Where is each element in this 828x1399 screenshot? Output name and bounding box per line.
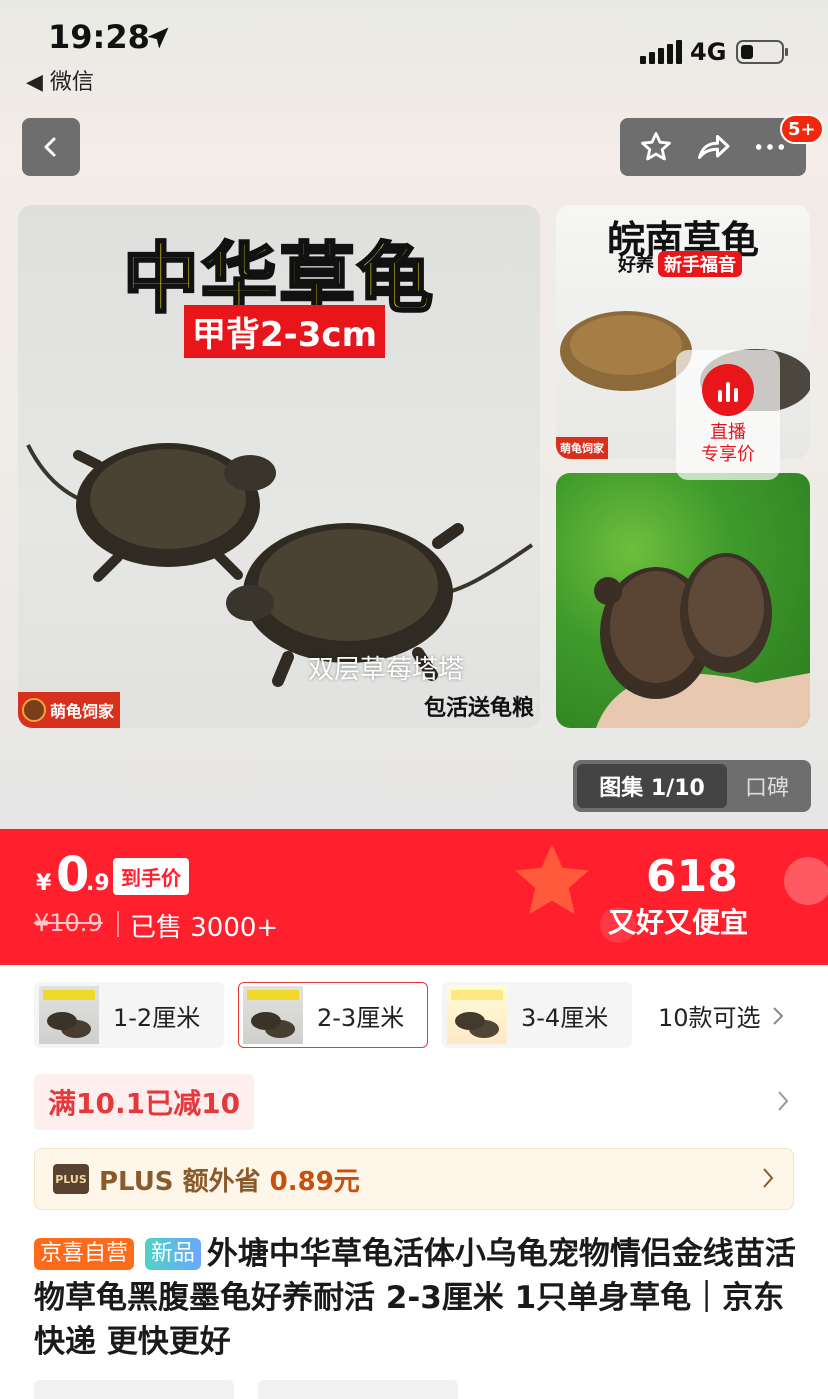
- variant-thumbnail: [39, 986, 99, 1044]
- status-time: 19:28: [48, 18, 150, 56]
- chevron-right-icon: [772, 1006, 783, 1025]
- signal-icon: [640, 40, 682, 64]
- turtle-on-hand-thumbnail: [594, 553, 810, 728]
- plus-text: PLUS 额外省 0.89元: [99, 1161, 360, 1198]
- star-balloon-icon: [515, 844, 589, 915]
- battery-icon: [736, 40, 788, 64]
- more-variants-button[interactable]: 10款可选: [658, 998, 785, 1033]
- favorite-button[interactable]: [634, 125, 678, 169]
- plus-logo: PLUS: [53, 1164, 89, 1194]
- main-product-image[interactable]: 中华草龟 甲背2-3cm 双层草莓塔塔 萌龟饲家 包活送龟粮: [18, 205, 540, 728]
- plus-savings-bar[interactable]: PLUS PLUS 额外省 0.89元: [34, 1148, 794, 1210]
- main-image-subtitle: 甲背2-3cm: [184, 305, 386, 358]
- back-button[interactable]: [22, 118, 80, 176]
- message-count-badge: 5+: [780, 114, 824, 144]
- gallery-switch: 图集 1/10 口碑: [573, 760, 811, 812]
- side-image-2[interactable]: [556, 473, 810, 728]
- related-chip[interactable]: [258, 1380, 458, 1399]
- divider: [117, 911, 119, 937]
- side-image-tag-plain: 好养: [618, 255, 654, 276]
- new-product-tag: 新品: [144, 1238, 201, 1270]
- share-button[interactable]: [691, 125, 735, 169]
- price-banner: ¥ 0 .9 到手价 ¥10.9 已售 3000+ 618 又好又便宜: [0, 829, 828, 965]
- variant-option[interactable]: 1-2厘米: [34, 982, 224, 1048]
- live-label: 直播: [710, 422, 746, 443]
- star-icon: [641, 132, 672, 161]
- variant-label: 2-3厘米: [317, 1003, 405, 1032]
- side-image-brand: 萌龟饲家: [556, 437, 608, 459]
- live-icon: [702, 364, 754, 416]
- price-decimal: .9: [86, 871, 110, 896]
- sold-count: 已售 3000+: [130, 913, 279, 943]
- more-variants-label: 10款可选: [658, 1004, 761, 1032]
- currency-symbol: ¥: [36, 871, 52, 896]
- network-type: 4G: [690, 38, 727, 66]
- variant-option-selected[interactable]: 2-3厘米: [238, 982, 428, 1048]
- plus-amount: 0.89元: [269, 1166, 360, 1197]
- watermark-text: 双层草莓塔塔: [308, 655, 465, 685]
- tab-reviews[interactable]: 口碑: [727, 770, 807, 802]
- variant-thumbnail: [243, 986, 303, 1044]
- main-image-footer: 包活送龟粮: [423, 696, 534, 721]
- coupon-badge[interactable]: 满10.1已减10: [34, 1074, 255, 1130]
- chevron-right-icon[interactable]: [776, 1090, 790, 1112]
- side-image-tag-red: 新手福音: [658, 251, 742, 277]
- original-price: ¥10.9: [34, 909, 103, 937]
- variant-label: 1-2厘米: [113, 1003, 201, 1032]
- promo-number: 618: [646, 851, 738, 902]
- back-to-wechat-link[interactable]: ◀ 微信: [26, 64, 94, 96]
- live-stream-button[interactable]: 直播 专享价: [676, 350, 780, 480]
- variant-label: 3-4厘米: [521, 1003, 609, 1032]
- share-icon: [697, 135, 730, 159]
- chevron-right-icon: [763, 1168, 774, 1188]
- promo-slogan: 又好又便宜: [608, 906, 749, 939]
- location-arrow-icon: [147, 27, 169, 49]
- nav-action-group: [620, 118, 806, 176]
- variant-option[interactable]: 3-4厘米: [442, 982, 632, 1048]
- related-chip[interactable]: [34, 1380, 234, 1399]
- plus-text-label: PLUS 额外省: [99, 1166, 270, 1197]
- price-integer: 0: [56, 847, 90, 903]
- product-title: 京喜自营 新品 外塘中华草龟活体小乌龟宠物情侣金线苗活物草龟黑腹墨龟好养耐活 2-…: [34, 1232, 798, 1364]
- chevron-left-icon: [44, 137, 56, 157]
- variant-thumbnail: [447, 986, 507, 1044]
- variant-selector: 1-2厘米 2-3厘米 3-4厘米: [34, 982, 632, 1048]
- side-image-tag: 好养 新手福音: [618, 251, 742, 277]
- live-price-label: 专享价: [701, 444, 755, 465]
- final-price-tag: 到手价: [113, 858, 189, 895]
- tab-gallery[interactable]: 图集 1/10: [577, 764, 727, 808]
- balloon-icon: [784, 857, 828, 905]
- self-operated-tag: 京喜自营: [34, 1238, 135, 1270]
- brand-logo-icon: [22, 698, 46, 722]
- main-image-brand: 萌龟饲家: [18, 692, 121, 728]
- main-image-brand-label: 萌龟饲家: [50, 702, 115, 721]
